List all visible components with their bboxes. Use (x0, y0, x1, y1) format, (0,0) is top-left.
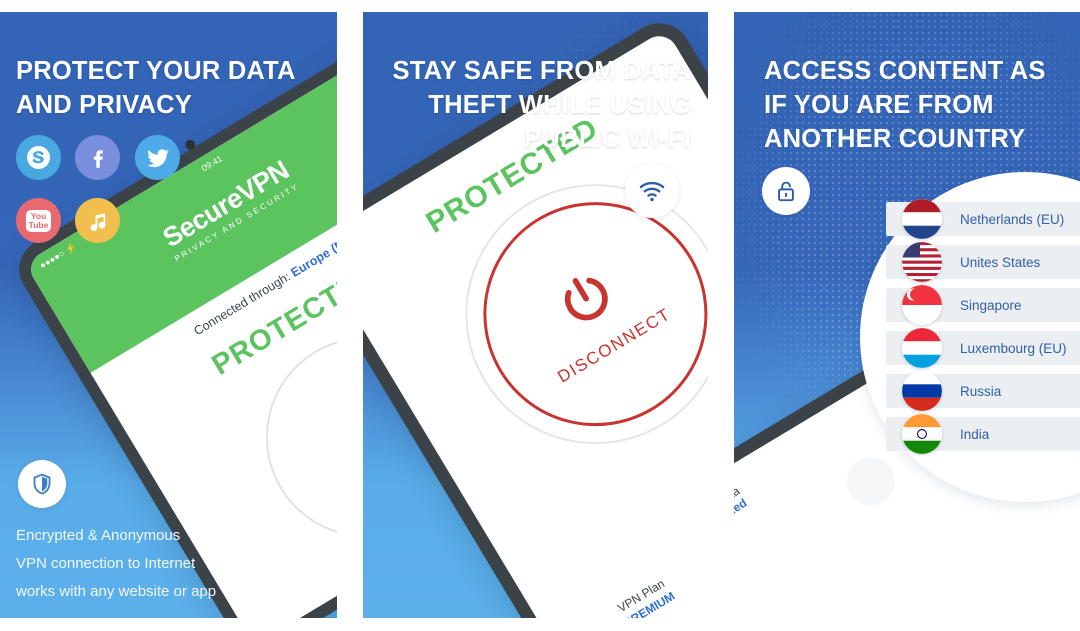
screenshot-panel-protect-data-privacy[interactable]: PROTECT YOUR DATA AND PRIVACY You Tube ●… (0, 12, 337, 618)
luxembourg-flag-icon (902, 328, 942, 368)
shield-badge (18, 460, 66, 508)
country-name: Russia (960, 383, 1002, 399)
power-icon (545, 258, 630, 343)
youtube-icon: You Tube (16, 198, 61, 243)
unlock-icon (773, 178, 799, 204)
status-time: 09:41 (199, 153, 225, 174)
panel-2-headline: STAY SAFE FROM DATA THEFT WHILE USING PU… (392, 57, 691, 153)
screenshot-panel-stay-safe-public-wifi[interactable]: STAY SAFE FROM DATA THEFT WHILE USING PU… (363, 12, 708, 618)
shield-icon (30, 472, 54, 496)
netherlands-flag-icon (902, 199, 942, 239)
wifi-icon (638, 177, 666, 205)
country-list-item-united-states[interactable]: Unites States (886, 242, 1080, 282)
country-name: Unites States (960, 254, 1041, 270)
singapore-flag-icon (902, 285, 942, 325)
country-name: Netherlands (EU) (960, 211, 1065, 227)
caption-line-3: works with any website or app (16, 583, 217, 600)
screenshot-gallery: PROTECT YOUR DATA AND PRIVACY You Tube ●… (0, 0, 1080, 631)
wifi-badge (625, 164, 679, 218)
stat-value: unlimited (734, 495, 750, 536)
feature-caption: Encrypted & Anonymous VPN connection to … (16, 522, 316, 606)
country-list-item-india[interactable]: India (886, 414, 1080, 454)
country-list-item-singapore[interactable]: Singapore (886, 285, 1080, 325)
country-list[interactable]: Netherlands (EU) Unites States Singapore… (886, 199, 1080, 460)
unlock-badge (762, 167, 810, 215)
india-flag-icon (902, 414, 942, 454)
country-list-item-russia[interactable]: Russia (886, 371, 1080, 411)
country-name: India (960, 426, 990, 442)
country-list-item-luxembourg[interactable]: Luxembourg (EU) (886, 328, 1080, 368)
panel-3-headline: ACCESS CONTENT AS IF YOU ARE FROM ANOTHE… (764, 57, 1046, 153)
russia-flag-icon (902, 371, 942, 411)
stat-vpn-plan: VPN Plan PREMIUM (613, 575, 677, 618)
youtube-wordmark: You Tube (25, 209, 52, 232)
music-icon (75, 198, 120, 243)
screenshot-panel-access-content-another-country[interactable]: ACCESS CONTENT AS IF YOU ARE FROM ANOTHE… (734, 12, 1080, 618)
stat-vpn-data: VPN Data unlimited (734, 484, 749, 535)
skype-icon (16, 135, 61, 180)
caption-line-1: Encrypted & Anonymous (16, 527, 181, 544)
country-list-item-netherlands[interactable]: Netherlands (EU) (886, 199, 1080, 239)
country-name: Luxembourg (EU) (960, 340, 1067, 356)
panel-1-headline: PROTECT YOUR DATA AND PRIVACY (16, 57, 295, 119)
caption-line-2: VPN connection to Internet (16, 555, 196, 572)
twitter-icon (135, 135, 180, 180)
country-name: Singapore (960, 297, 1022, 313)
facebook-icon (75, 135, 120, 180)
united-states-flag-icon (902, 242, 942, 282)
status-signal-icon: ●●●●○ ⚡ (37, 241, 79, 271)
phone-stats: VPN Plan PREMIUM VPN Access unlimited (551, 429, 708, 618)
